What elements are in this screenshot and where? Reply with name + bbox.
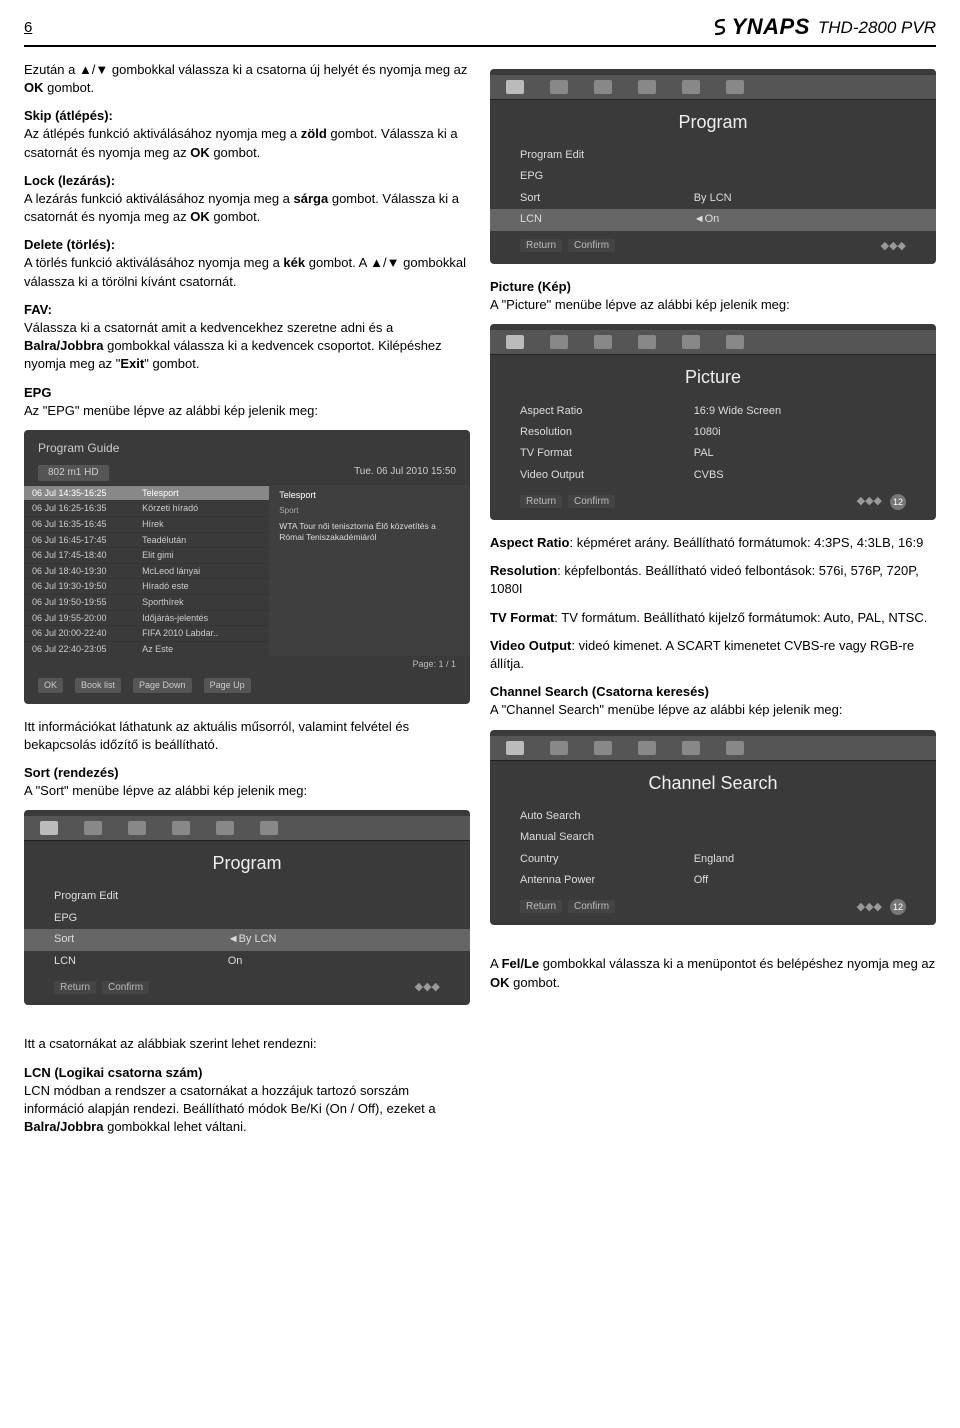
picture-text: A "Picture" menübe lépve az alábbi kép j… [490, 296, 936, 314]
sort-text: A "Sort" menübe lépve az alábbi kép jele… [24, 782, 470, 800]
lock-section: Lock (lezárás): A lezárás funkció aktivá… [24, 172, 470, 227]
skip-section: Skip (átlépés): Az átlépés funkció aktiv… [24, 107, 470, 162]
sort-screenshot: Program Program Edit EPG Sort◄By LCN LCN… [24, 810, 470, 1005]
aspect-line: Aspect Ratio: képméret arány. Beállíthat… [490, 534, 936, 552]
brand-logo: YNAPS [710, 12, 810, 43]
intro-paragraph: Ezután a ▲/▼ gombokkal válassza ki a csa… [24, 61, 470, 97]
page-number: 6 [24, 17, 32, 38]
lcn-heading: LCN (Logikai csatorna szám) [24, 1064, 470, 1082]
nav-diamonds-icon: ◆◆◆ [415, 980, 440, 995]
synaps-s-icon [710, 17, 730, 37]
model-label: THD-2800 PVR [818, 16, 936, 40]
videoout-line: Video Output: videó kimenet. A SCART kim… [490, 637, 936, 673]
tvformat-line: TV Format: TV formátum. Beállítható kije… [490, 609, 936, 627]
menu-bar-icons [490, 330, 936, 355]
picture-screenshot: Picture Aspect Ratio16:9 Wide Screen Res… [490, 324, 936, 520]
picture-heading: Picture (Kép) [490, 278, 936, 296]
nav-diamonds-icon: ◆◆◆ [857, 900, 882, 915]
channelsearch-text: A "Channel Search" menübe lépve az alább… [490, 701, 936, 719]
menu-bar-icons [24, 816, 470, 841]
sort-after-text: Itt a csatornákat az alábbiak szerint le… [24, 1035, 470, 1053]
nav-diamonds-icon: ◆◆◆ [857, 494, 882, 509]
channelsearch-after-text: A Fel/Le gombokkal válassza ki a menüpon… [490, 955, 936, 991]
delete-section: Delete (törlés): A törlés funkció aktivá… [24, 236, 470, 291]
epg-screenshot: Program Guide 802 m1 HD Tue. 06 Jul 2010… [24, 430, 470, 704]
menu-bar-icons [490, 736, 936, 761]
epg-heading: EPG [24, 384, 470, 402]
sort-heading: Sort (rendezés) [24, 764, 470, 782]
channel-badge: 12 [890, 899, 906, 915]
right-column: Program Program Edit EPG SortBy LCN LCN◄… [490, 61, 936, 1147]
channelsearch-heading: Channel Search (Csatorna keresés) [490, 683, 936, 701]
epg-after-text: Itt információkat láthatunk az aktuális … [24, 718, 470, 754]
resolution-line: Resolution: képfelbontás. Beállítható vi… [490, 562, 936, 598]
epg-text: Az "EPG" menübe lépve az alábbi kép jele… [24, 402, 470, 420]
nav-diamonds-icon: ◆◆◆ [881, 239, 906, 254]
brand-label: YNAPS THD-2800 PVR [710, 12, 936, 43]
channelsearch-screenshot: Channel Search Auto Search Manual Search… [490, 730, 936, 926]
left-column: Ezután a ▲/▼ gombokkal válassza ki a csa… [24, 61, 470, 1147]
channel-badge: 12 [890, 494, 906, 510]
fav-section: FAV: Válassza ki a csatornát amit a kedv… [24, 301, 470, 374]
program-screenshot: Program Program Edit EPG SortBy LCN LCN◄… [490, 69, 936, 264]
page-header: 6 YNAPS THD-2800 PVR [24, 12, 936, 47]
lcn-text: LCN módban a rendszer a csatornákat a ho… [24, 1082, 470, 1137]
menu-bar-icons [490, 75, 936, 100]
